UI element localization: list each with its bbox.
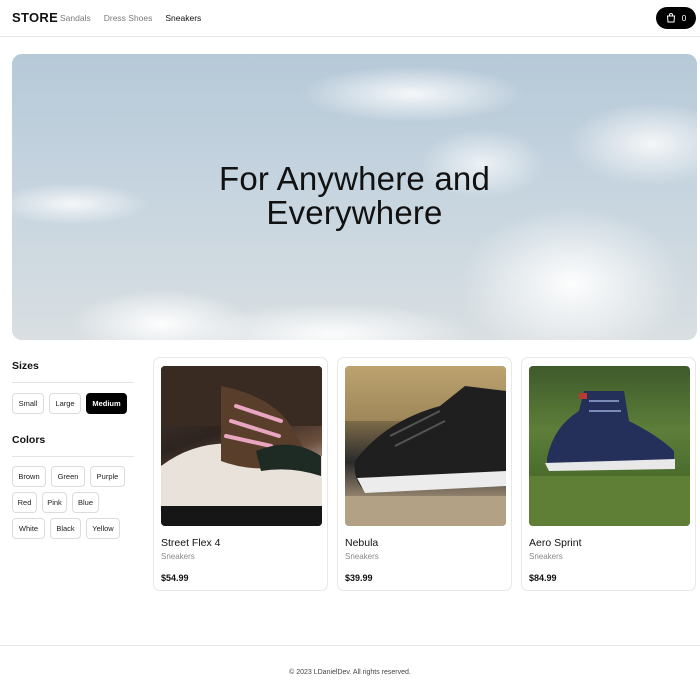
colors-filter-title: Colors — [12, 434, 46, 446]
product-price: $39.99 — [345, 573, 373, 583]
cart-count: 0 — [681, 13, 687, 23]
size-chip-small[interactable]: Small — [12, 393, 44, 414]
sizes-divider — [12, 382, 134, 383]
product-card[interactable]: Nebula Sneakers $39.99 — [337, 357, 512, 591]
nav-link-sneakers[interactable]: Sneakers — [165, 13, 201, 23]
product-image[interactable] — [529, 366, 690, 526]
hero-title-line-1: For Anywhere and — [218, 160, 491, 197]
hero-title-line-2: Everywhere — [266, 194, 443, 231]
product-name: Aero Sprint — [529, 537, 582, 549]
product-category: Sneakers — [161, 552, 195, 561]
product-card[interactable]: Street Flex 4 Sneakers $54.99 — [153, 357, 328, 591]
product-image[interactable] — [161, 366, 322, 526]
size-chip-medium[interactable]: Medium — [86, 393, 127, 414]
site-footer: © 2023 LDanielDev. All rights reserved. — [0, 645, 700, 700]
product-price: $84.99 — [529, 573, 557, 583]
product-image[interactable] — [345, 366, 506, 526]
color-chip-green[interactable]: Green — [51, 466, 85, 487]
product-category: Sneakers — [345, 552, 379, 561]
color-chip-purple[interactable]: Purple — [90, 466, 125, 487]
product-price: $54.99 — [161, 573, 189, 583]
color-chip-red[interactable]: Red — [12, 492, 37, 513]
color-chip-black[interactable]: Black — [50, 518, 81, 539]
color-chip-yellow[interactable]: Yellow — [86, 518, 120, 539]
color-chip-white[interactable]: White — [12, 518, 45, 539]
main-nav: Sandals Dress Shoes Sneakers — [60, 13, 201, 23]
hero-banner: For Anywhere and Everywhere — [12, 54, 697, 340]
colors-divider — [12, 456, 134, 457]
color-chip-blue[interactable]: Blue — [72, 492, 99, 513]
product-name: Street Flex 4 — [161, 537, 221, 549]
copyright-text: © 2023 LDanielDev. All rights reserved. — [289, 669, 411, 676]
product-name: Nebula — [345, 537, 379, 549]
nav-link-sandals[interactable]: Sandals — [60, 13, 91, 23]
hero-title: For Anywhere and Everywhere — [12, 162, 697, 230]
color-chip-brown[interactable]: Brown — [12, 466, 46, 487]
color-chip-pink[interactable]: Pink — [42, 492, 67, 513]
store-logo[interactable]: STORE — [12, 10, 58, 25]
shopping-bag-icon — [666, 13, 676, 23]
site-header: STORE Sandals Dress Shoes Sneakers 0 — [0, 0, 700, 37]
nav-link-dress-shoes[interactable]: Dress Shoes — [104, 13, 153, 23]
product-category: Sneakers — [529, 552, 563, 561]
size-chip-large[interactable]: Large — [49, 393, 81, 414]
product-card[interactable]: Aero Sprint Sneakers $84.99 — [521, 357, 696, 591]
cart-button[interactable]: 0 — [656, 7, 696, 29]
sizes-filter-title: Sizes — [12, 360, 39, 372]
